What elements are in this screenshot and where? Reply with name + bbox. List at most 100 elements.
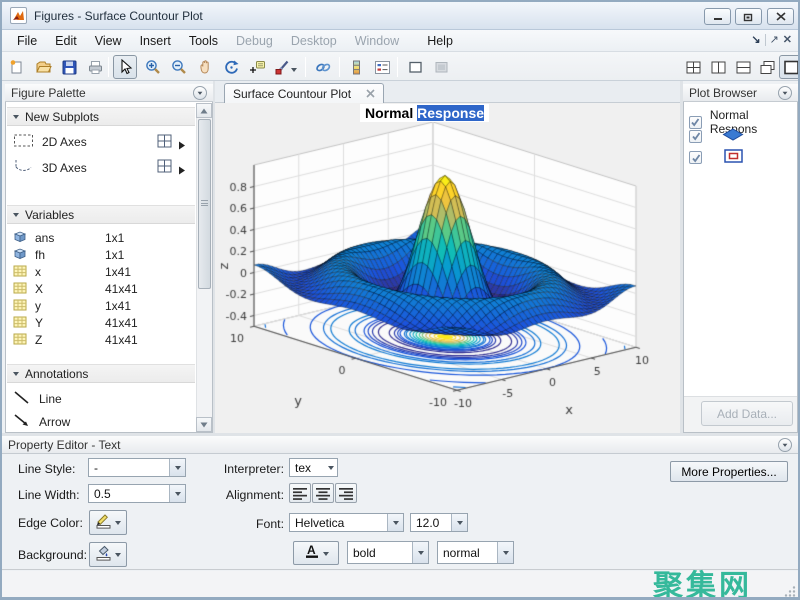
zoom-in-button[interactable] <box>141 55 165 79</box>
menu-view[interactable]: View <box>86 31 131 51</box>
browser-row-surface[interactable] <box>689 128 744 144</box>
palette-item-2d-axes[interactable]: 2D Axes <box>13 133 87 151</box>
dropdown-arrow-icon[interactable] <box>497 542 513 563</box>
menu-tools[interactable]: Tools <box>180 31 227 51</box>
property-editor-menu-button[interactable] <box>778 438 792 452</box>
show-plot-tools-button[interactable] <box>429 55 453 79</box>
print-button[interactable] <box>83 55 107 79</box>
menu-desktop: Desktop <box>282 31 346 51</box>
new-figure-button[interactable] <box>5 55 29 79</box>
rotate-3d-button[interactable] <box>219 55 243 79</box>
variable-row-x[interactable]: x 1x41 <box>13 264 131 280</box>
line-width-combo[interactable]: 0.5 <box>88 484 186 503</box>
menu-debug: Debug <box>227 31 282 51</box>
pan-hand-button[interactable] <box>193 55 217 79</box>
background-color-button[interactable] <box>89 542 127 567</box>
scrollbar-thumb[interactable] <box>198 119 211 289</box>
menu-help[interactable]: Help <box>418 31 462 51</box>
font-size-combo[interactable]: 12.0 <box>410 513 468 532</box>
subplot-expand-arrow-icon[interactable] <box>178 137 186 155</box>
undock-icon[interactable]: ↗ <box>770 33 779 46</box>
brush-dropdown-icon[interactable] <box>291 64 297 75</box>
data-cursor-button[interactable] <box>245 55 269 79</box>
dropdown-arrow-icon[interactable] <box>451 514 467 531</box>
hide-plot-tools-button[interactable] <box>403 55 427 79</box>
minimize-button[interactable] <box>704 8 731 25</box>
align-right-button[interactable] <box>335 483 357 503</box>
title-bar[interactable]: Figures - Surface Countour Plot <box>2 2 798 30</box>
plot-title-editor[interactable]: Normal Response <box>360 104 489 122</box>
close-button[interactable] <box>767 8 794 25</box>
variable-row-fh[interactable]: fh 1x1 <box>13 247 124 263</box>
font-color-button[interactable]: A <box>293 541 339 565</box>
checkbox-checked[interactable] <box>689 130 702 143</box>
edge-color-button[interactable] <box>89 510 127 535</box>
checkbox-checked[interactable] <box>689 116 702 129</box>
subplot-grid-button[interactable] <box>157 159 173 179</box>
dropdown-arrow-icon <box>328 466 334 473</box>
subplot-expand-arrow-icon[interactable] <box>178 162 186 180</box>
dropdown-arrow-icon[interactable] <box>387 514 403 531</box>
open-file-button[interactable] <box>31 55 55 79</box>
add-data-button[interactable]: Add Data... <box>701 401 793 426</box>
close-figure-icon[interactable]: ✕ <box>783 33 792 46</box>
line-width-label: Line Width: <box>18 488 80 502</box>
figure-tab[interactable]: Surface Countour Plot <box>224 83 384 104</box>
annotation-item-arrow[interactable]: Arrow <box>13 413 70 430</box>
section-new-subplots[interactable]: New Subplots <box>7 107 195 126</box>
interpreter-label: Interpreter: <box>218 462 284 476</box>
font-color-icon: A <box>304 543 320 564</box>
variable-row-X[interactable]: X 41x41 <box>13 281 138 297</box>
link-plot-button[interactable] <box>311 55 335 79</box>
variable-row-Y[interactable]: Y 41x41 <box>13 315 138 331</box>
interpreter-dropdown[interactable]: tex <box>289 458 338 477</box>
save-button[interactable] <box>57 55 81 79</box>
zoom-out-button[interactable] <box>167 55 191 79</box>
variable-name: X <box>35 282 97 296</box>
edit-plot-button[interactable] <box>113 55 137 79</box>
tile-grid-button[interactable] <box>681 55 705 79</box>
dropdown-arrow-icon[interactable] <box>169 485 185 502</box>
more-properties-button[interactable]: More Properties... <box>670 461 788 482</box>
edge-color-label: Edge Color: <box>18 516 83 530</box>
section-annotations[interactable]: Annotations <box>7 364 195 383</box>
font-angle-dropdown[interactable]: normal <box>437 541 514 564</box>
variable-row-Z[interactable]: Z 41x41 <box>13 332 138 348</box>
left-splitter[interactable] <box>213 81 215 433</box>
dropdown-arrow-icon[interactable] <box>412 542 428 563</box>
align-center-button[interactable] <box>312 483 334 503</box>
insert-legend-button[interactable] <box>370 55 394 79</box>
browser-row-contour[interactable] <box>689 149 743 166</box>
font-weight-dropdown[interactable]: bold <box>347 541 429 564</box>
variable-row-y[interactable]: y 1x41 <box>13 298 131 314</box>
tile-columns-button[interactable] <box>706 55 730 79</box>
align-left-button[interactable] <box>289 483 311 503</box>
font-family-dropdown[interactable]: Helvetica <box>289 513 404 532</box>
checkbox-checked[interactable] <box>689 151 702 164</box>
right-splitter[interactable] <box>680 81 683 433</box>
annotation-item-line[interactable]: Line <box>13 390 62 408</box>
dropdown-arrow-icon[interactable] <box>169 459 185 476</box>
insert-colorbar-button[interactable] <box>344 55 368 79</box>
cascade-windows-button[interactable] <box>755 55 779 79</box>
menu-file[interactable]: File <box>8 31 46 51</box>
variable-row-ans[interactable]: ans 1x1 <box>13 230 124 246</box>
tile-rows-button[interactable] <box>731 55 755 79</box>
section-variables[interactable]: Variables <box>7 205 195 224</box>
surface-plot-canvas[interactable] <box>218 122 678 424</box>
plot-browser-menu-button[interactable] <box>778 86 792 100</box>
tab-close-icon[interactable] <box>366 87 375 101</box>
subplot-grid-button[interactable] <box>157 134 173 154</box>
menu-insert[interactable]: Insert <box>131 31 180 51</box>
restore-button[interactable] <box>735 8 762 25</box>
dock-icon[interactable]: ↘ <box>751 33 760 46</box>
palette-item-3d-axes[interactable]: 3D Axes <box>13 158 87 177</box>
menu-edit[interactable]: Edit <box>46 31 86 51</box>
resize-grip[interactable] <box>784 584 796 600</box>
more-properties-label: More Properties... <box>681 465 776 479</box>
figure-palette-menu-button[interactable] <box>193 86 207 100</box>
scroll-down-button[interactable] <box>196 417 212 432</box>
line-style-dropdown[interactable]: - <box>88 458 186 477</box>
single-window-button[interactable] <box>779 55 800 79</box>
scroll-up-button[interactable] <box>196 103 212 118</box>
